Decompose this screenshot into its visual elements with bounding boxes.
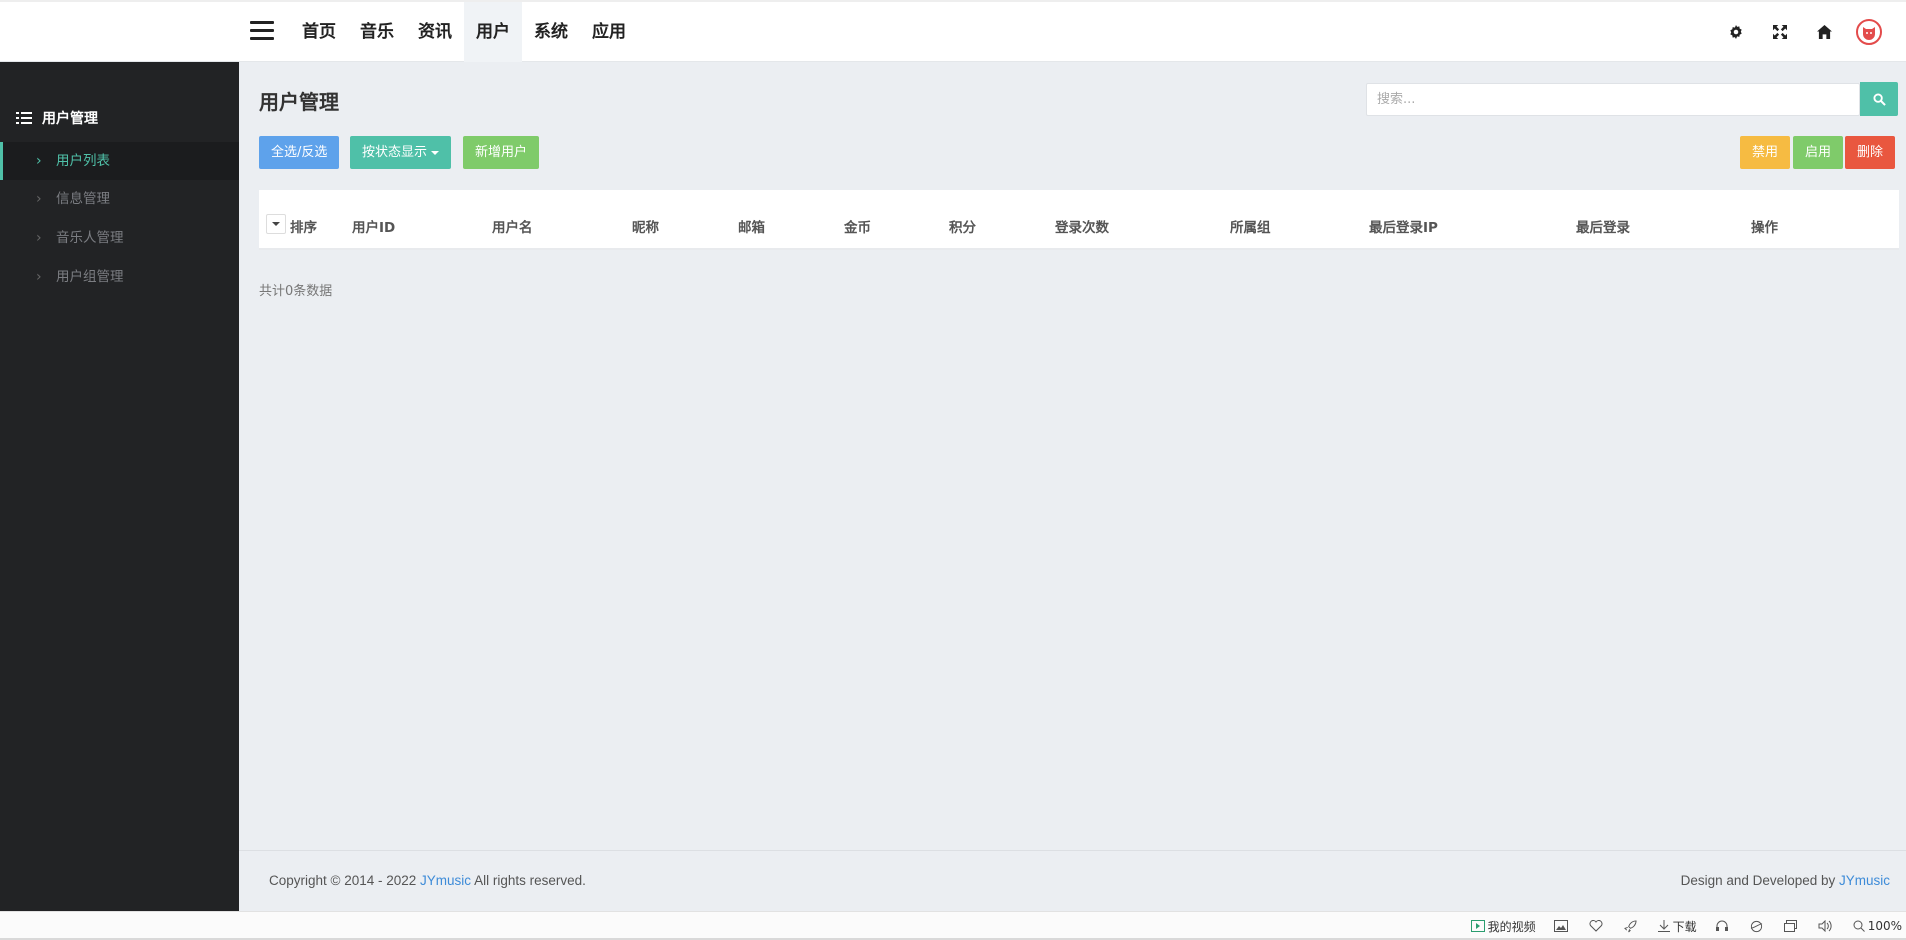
avatar-icon[interactable]	[1856, 19, 1882, 45]
main-nav: 首页 音乐 资讯 用户 系统 应用	[290, 2, 638, 62]
chevron-right-icon: ›	[36, 191, 42, 207]
browser-status-bar: 我的视频 下载 100%	[0, 911, 1906, 940]
my-video-label: 我的视频	[1487, 919, 1536, 934]
column-nickname: 昵称	[632, 220, 659, 236]
headset-icon[interactable]	[1715, 920, 1732, 932]
list-icon	[16, 112, 32, 124]
gear-icon[interactable]	[1714, 2, 1758, 62]
nav-system[interactable]: 系统	[522, 2, 580, 62]
download-icon	[1657, 920, 1670, 932]
filter-status-label: 按状态显示	[362, 145, 428, 160]
my-video-button[interactable]: 我的视频	[1470, 918, 1536, 935]
sidebar-item-label: 信息管理	[56, 191, 110, 207]
browser-globe-icon[interactable]	[1750, 920, 1766, 933]
video-icon	[1470, 920, 1485, 932]
sidebar-item-user-group-management[interactable]: › 用户组管理	[0, 258, 239, 296]
expand-icon[interactable]	[1758, 2, 1802, 62]
main-content: 用户管理 全选/反选 按状态显示 新增用户 禁用 启用 删除 排序 用户ID 用…	[239, 62, 1906, 911]
copyright-suffix: All rights reserved.	[471, 873, 586, 888]
download-label: 下载	[1672, 919, 1697, 934]
chevron-right-icon: ›	[36, 269, 42, 285]
sidebar-item-musician-management[interactable]: › 音乐人管理	[0, 219, 239, 257]
home-icon[interactable]	[1802, 2, 1846, 62]
header-actions	[1714, 2, 1906, 62]
caret-down-icon	[431, 150, 440, 155]
column-last-login-ip: 最后登录IP	[1369, 220, 1438, 236]
copyright-prefix: Copyright © 2014 - 2022	[269, 873, 421, 888]
sidebar: 用户管理 › 用户列表 › 信息管理 › 音乐人管理 › 用户组管理	[0, 62, 239, 911]
zoom-control[interactable]: 100%	[1853, 919, 1902, 933]
search-button[interactable]	[1860, 82, 1898, 116]
total-count: 共计0条数据	[259, 284, 333, 299]
column-actions: 操作	[1751, 220, 1778, 236]
column-username: 用户名	[492, 220, 533, 236]
download-button[interactable]: 下载	[1657, 918, 1697, 935]
rocket-icon[interactable]	[1623, 919, 1640, 933]
column-points: 积分	[949, 220, 976, 236]
zoom-level: 100%	[1867, 919, 1902, 933]
copyright: Copyright © 2014 - 2022 JYmusic All righ…	[269, 873, 586, 888]
filter-status-button[interactable]: 按状态显示	[350, 136, 452, 169]
column-group: 所属组	[1230, 220, 1271, 236]
credit: Design and Developed by JYmusic	[1681, 873, 1890, 888]
sidebar-title-label: 用户管理	[42, 111, 98, 127]
nav-home[interactable]: 首页	[290, 2, 348, 62]
top-header: 首页 音乐 资讯 用户 系统 应用	[0, 0, 1906, 62]
image-icon[interactable]	[1553, 920, 1571, 932]
heart-icon[interactable]	[1589, 920, 1606, 932]
nav-music[interactable]: 音乐	[348, 2, 406, 62]
sidebar-item-user-list[interactable]: › 用户列表	[0, 142, 239, 180]
sidebar-item-info-management[interactable]: › 信息管理	[0, 180, 239, 218]
credit-prefix: Design and Developed by	[1680, 873, 1839, 888]
nav-users[interactable]: 用户	[464, 2, 522, 62]
sidebar-item-label: 用户组管理	[56, 269, 124, 285]
sort-dropdown-icon[interactable]	[266, 214, 286, 234]
select-all-button[interactable]: 全选/反选	[259, 136, 340, 169]
delete-button[interactable]: 删除	[1845, 136, 1896, 169]
column-email: 邮箱	[738, 220, 765, 236]
nav-apps[interactable]: 应用	[580, 2, 638, 62]
column-user-id: 用户ID	[352, 220, 396, 236]
table-header: 排序 用户ID 用户名 昵称 邮箱 金币 积分 登录次数 所属组 最后登录IP …	[259, 190, 1899, 250]
credit-brand-link[interactable]: JYmusic	[1839, 873, 1890, 888]
sidebar-item-label: 音乐人管理	[56, 230, 124, 246]
speaker-icon[interactable]	[1818, 920, 1835, 932]
chevron-right-icon: ›	[36, 153, 42, 169]
page-title: 用户管理	[259, 90, 339, 114]
search-icon	[1872, 92, 1886, 106]
brand-link[interactable]: JYmusic	[420, 873, 471, 888]
column-last-login: 最后登录	[1576, 220, 1630, 236]
enable-button[interactable]: 启用	[1793, 136, 1844, 169]
magnifier-icon	[1853, 920, 1865, 932]
add-user-button[interactable]: 新增用户	[463, 136, 540, 169]
search-field[interactable]	[1366, 83, 1860, 116]
column-login-count: 登录次数	[1055, 220, 1109, 236]
footer: Copyright © 2014 - 2022 JYmusic All righ…	[239, 850, 1906, 911]
sidebar-item-label: 用户列表	[56, 153, 110, 169]
search-input[interactable]	[1367, 84, 1859, 115]
sidebar-title: 用户管理	[16, 108, 98, 128]
disable-button[interactable]: 禁用	[1740, 136, 1791, 169]
column-sort[interactable]: 排序	[290, 216, 317, 236]
nav-news[interactable]: 资讯	[406, 2, 464, 62]
column-gold: 金币	[844, 220, 871, 236]
window-icon[interactable]	[1783, 920, 1800, 932]
menu-toggle-icon[interactable]	[250, 21, 274, 43]
chevron-right-icon: ›	[36, 230, 42, 246]
